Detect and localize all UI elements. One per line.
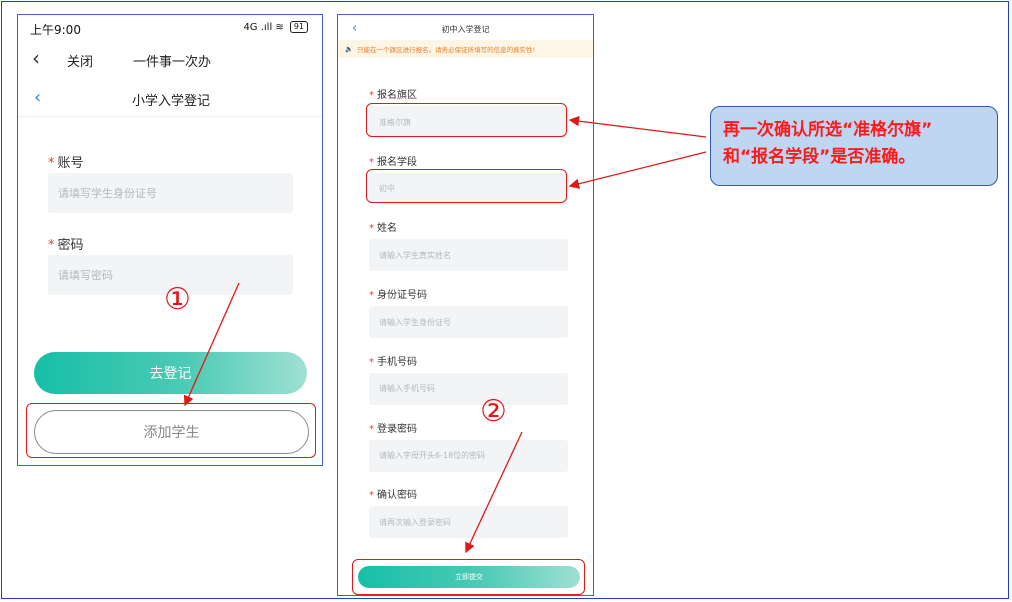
arrow-to-submit (465, 431, 523, 554)
arrow-to-add-student (183, 282, 240, 407)
arrow-to-district (568, 115, 707, 138)
arrow-to-stage (568, 151, 707, 189)
annotation-arrows (183, 115, 707, 554)
